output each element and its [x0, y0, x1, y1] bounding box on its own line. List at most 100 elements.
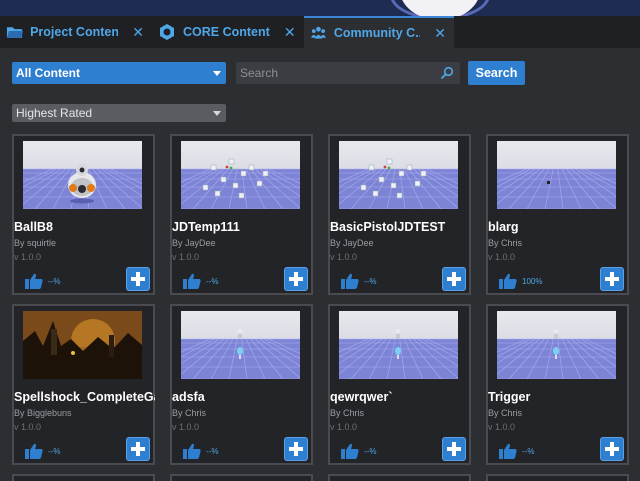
plus-icon — [131, 272, 145, 286]
plus-icon — [131, 442, 145, 456]
asset-card[interactable]: adsfa By Chris v 1.0.0 --% — [170, 304, 313, 465]
plus-icon — [289, 272, 303, 286]
search-icon[interactable] — [440, 66, 454, 80]
asset-title: adsfa — [172, 390, 205, 404]
sort-value: Highest Rated — [16, 106, 93, 120]
add-to-project-button[interactable] — [442, 267, 466, 291]
asset-title: blarg — [488, 220, 519, 234]
content-filter-dropdown[interactable]: All Content — [12, 62, 226, 84]
asset-title: Trigger — [488, 390, 531, 404]
plus-icon — [605, 272, 619, 286]
thumbs-up-icon[interactable] — [340, 442, 360, 460]
asset-author: By Chris — [330, 408, 365, 418]
rating-percent: --% — [206, 447, 219, 456]
add-to-project-button[interactable] — [284, 437, 308, 461]
close-icon[interactable]: ✕ — [132, 25, 144, 39]
asset-version: v 1.0.0 — [330, 252, 358, 262]
asset-thumbnail[interactable] — [339, 311, 458, 379]
thumbs-up-icon[interactable] — [182, 442, 202, 460]
asset-version: v 1.0.0 — [172, 422, 200, 432]
asset-thumbnail[interactable] — [339, 141, 458, 209]
asset-author: By squirtle — [14, 238, 57, 248]
asset-card[interactable]: BasicPistolJDTEST By JayDee v 1.0.0 --% — [328, 134, 471, 295]
community-icon — [310, 26, 326, 39]
asset-title: JDTemp111 — [172, 220, 240, 234]
add-to-project-button[interactable] — [284, 267, 308, 291]
asset-version: v 1.0.0 — [488, 422, 516, 432]
rating-percent: --% — [206, 277, 219, 286]
rating-percent: --% — [522, 447, 535, 456]
asset-card[interactable] — [328, 474, 471, 481]
tab-project-content[interactable]: Project Content ✕ — [0, 16, 152, 48]
thumbs-up-icon[interactable] — [340, 272, 360, 290]
asset-author: By Chris — [488, 238, 523, 248]
thumbs-up-icon[interactable] — [24, 442, 44, 460]
asset-title: BallB8 — [14, 220, 53, 234]
asset-version: v 1.0.0 — [14, 252, 42, 262]
search-field[interactable] — [236, 62, 460, 84]
plus-icon — [605, 442, 619, 456]
add-to-project-button[interactable] — [126, 437, 150, 461]
asset-author: By Chris — [488, 408, 523, 418]
add-to-project-button[interactable] — [126, 267, 150, 291]
asset-thumbnail[interactable] — [23, 141, 142, 209]
thumbs-up-icon[interactable] — [182, 272, 202, 290]
thumbs-up-icon[interactable] — [498, 442, 518, 460]
asset-title: BasicPistolJDTEST — [330, 220, 446, 234]
asset-author: By Chris — [172, 408, 207, 418]
asset-author: By JayDee — [172, 238, 216, 248]
background-scene — [0, 0, 640, 16]
asset-card[interactable]: Trigger By Chris v 1.0.0 --% — [486, 304, 629, 465]
content-filter-value: All Content — [16, 66, 80, 80]
asset-author: By JayDee — [330, 238, 374, 248]
asset-version: v 1.0.0 — [14, 422, 42, 432]
asset-card[interactable] — [486, 474, 629, 481]
asset-card[interactable]: JDTemp111 By JayDee v 1.0.0 --% — [170, 134, 313, 295]
tab-label: CORE Content — [183, 25, 270, 39]
close-icon[interactable]: ✕ — [284, 25, 296, 39]
add-to-project-button[interactable] — [600, 437, 624, 461]
asset-title: Spellshock_CompleteGa — [14, 390, 155, 404]
chevron-down-icon — [213, 111, 221, 116]
tab-label: Community C... — [333, 26, 421, 40]
rating-percent: --% — [364, 447, 377, 456]
add-to-project-button[interactable] — [442, 437, 466, 461]
asset-thumbnail[interactable] — [497, 141, 616, 209]
rating-percent: 100% — [522, 277, 543, 286]
asset-thumbnail[interactable] — [181, 311, 300, 379]
asset-thumbnail[interactable] — [181, 141, 300, 209]
asset-card[interactable]: qewrqwer` By Chris v 1.0.0 --% — [328, 304, 471, 465]
asset-version: v 1.0.0 — [330, 422, 358, 432]
asset-card[interactable] — [12, 474, 155, 481]
tab-label: Project Content — [30, 25, 119, 39]
sort-dropdown[interactable]: Highest Rated — [12, 104, 226, 122]
asset-version: v 1.0.0 — [488, 252, 516, 262]
plus-icon — [447, 442, 461, 456]
search-button[interactable]: Search — [468, 61, 525, 85]
search-input[interactable] — [236, 62, 436, 84]
asset-thumbnail[interactable] — [23, 311, 142, 379]
asset-card[interactable]: blarg By Chris v 1.0.0 100% — [486, 134, 629, 295]
folder-icon — [6, 27, 24, 38]
asset-card[interactable]: BallB8 By squirtle v 1.0.0 --% — [12, 134, 155, 295]
rating-percent: --% — [48, 277, 61, 286]
asset-card[interactable]: Spellshock_CompleteGa By Bigglebuns v 1.0.… — [12, 304, 155, 465]
close-icon[interactable]: ✕ — [434, 26, 446, 40]
thumbs-up-icon[interactable] — [24, 272, 44, 290]
asset-title: qewrqwer` — [330, 390, 393, 404]
tab-core-content[interactable]: CORE Content ✕ — [152, 16, 304, 48]
chevron-down-icon — [213, 71, 221, 76]
add-to-project-button[interactable] — [600, 267, 624, 291]
rating-percent: --% — [364, 277, 377, 286]
asset-card[interactable] — [170, 474, 313, 481]
tab-community-content[interactable]: Community C... ✕ — [304, 16, 454, 48]
asset-thumbnail[interactable] — [497, 311, 616, 379]
core-hex-icon — [160, 24, 174, 40]
asset-author: By Bigglebuns — [14, 408, 72, 418]
plus-icon — [289, 442, 303, 456]
tab-bar: Project Content ✕ CORE Content ✕ Communi… — [0, 16, 640, 48]
thumbs-up-icon[interactable] — [498, 272, 518, 290]
asset-version: v 1.0.0 — [172, 252, 200, 262]
plus-icon — [447, 272, 461, 286]
rating-percent: --% — [48, 447, 61, 456]
